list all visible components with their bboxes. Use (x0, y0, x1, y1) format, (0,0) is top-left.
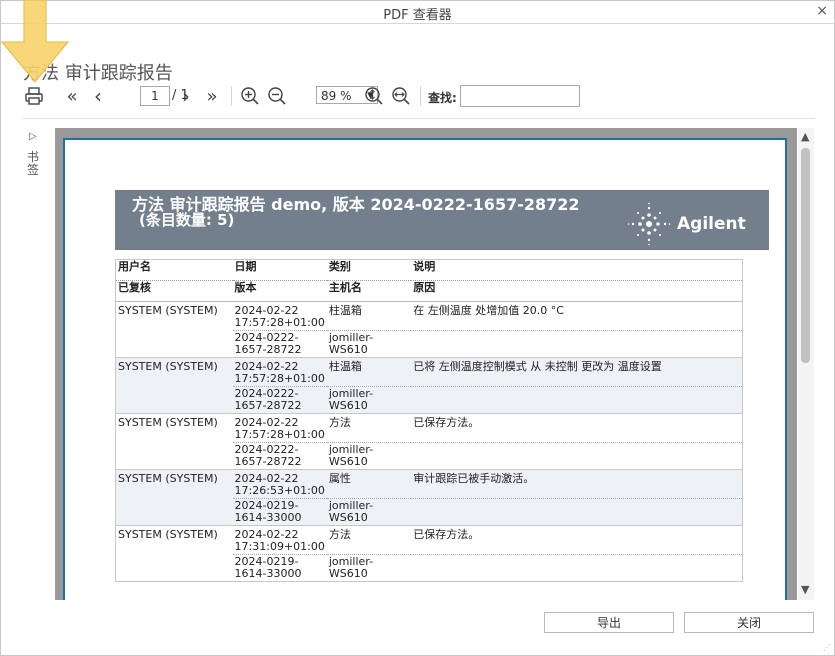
column-header: 主机名 (326, 280, 412, 302)
reason-cell (411, 554, 743, 582)
category-cell: 方法 (326, 525, 412, 555)
user-cell: SYSTEM (SYSTEM) (115, 357, 233, 387)
date-cell: 2024-02-22 17:26:53+01:00 (232, 469, 327, 499)
bookmarks-toggle-icon[interactable]: ▷ (29, 131, 37, 142)
date-cell: 2024-02-22 17:57:28+01:00 (232, 357, 327, 387)
window-title: PDF 查看器 (383, 8, 452, 23)
scroll-up-icon[interactable]: ▲ (801, 130, 809, 143)
agilent-logo: Agilent (627, 202, 746, 246)
scroll-down-icon[interactable]: ▼ (801, 583, 809, 596)
reason-cell (411, 386, 743, 414)
date-cell: 2024-02-22 17:57:28+01:00 (232, 301, 327, 331)
column-header: 版本 (232, 280, 327, 302)
category-cell: 柱温箱 (326, 357, 412, 387)
table-header-row: 已复核 版本 主机名 原因 (115, 280, 743, 302)
table-row: SYSTEM (SYSTEM) 2024-02-22 17:57:28+01:0… (116, 413, 743, 443)
toolbar-separator (231, 86, 232, 106)
zoom-out-icon[interactable] (266, 85, 288, 107)
highlight-arrow-icon (0, 0, 70, 83)
category-cell: 柱温箱 (326, 301, 412, 331)
pdf-viewport[interactable]: 方法 审计跟踪报告 demo, 版本 2024-0222-1657-28722 … (55, 128, 797, 600)
table-row: 2024-0222-1657-28722 jomiller-WS610 (115, 442, 743, 470)
fit-width-icon[interactable] (390, 85, 412, 107)
reviewed-cell (115, 386, 233, 414)
page-number-input[interactable]: 1 (140, 86, 170, 106)
toolbar-separator (420, 86, 421, 106)
description-cell: 已将 左侧温度控制模式 从 未控制 更改为 温度设置 (411, 357, 743, 387)
entry-count: (条目数量: 5) (139, 211, 235, 229)
category-cell: 属性 (326, 469, 412, 499)
table-row: 2024-0219-1614-33000 jomiller-WS610 (115, 498, 743, 526)
reviewed-cell (115, 498, 233, 526)
reason-cell (411, 330, 743, 358)
table-row: SYSTEM (SYSTEM) 2024-02-22 17:31:09+01:0… (116, 525, 743, 555)
host-cell: jomiller-WS610 (326, 498, 412, 526)
user-cell: SYSTEM (SYSTEM) (115, 469, 233, 499)
column-header: 日期 (232, 259, 327, 281)
version-cell: 2024-0219-1614-33000 (232, 498, 327, 526)
close-button[interactable]: 关闭 (684, 612, 814, 633)
pdf-page: 方法 审计跟踪报告 demo, 版本 2024-0222-1657-28722 … (63, 138, 787, 600)
brand-name: Agilent (677, 214, 746, 234)
description-cell: 审计跟踪已被手动激活。 (411, 469, 743, 499)
vertical-scrollbar[interactable]: ▲ ▼ (798, 128, 814, 600)
prev-page-icon[interactable]: ‹ (91, 84, 105, 108)
fit-height-icon[interactable] (363, 85, 385, 107)
user-cell: SYSTEM (SYSTEM) (118, 304, 218, 317)
pdf-viewer-window: PDF 查看器 × 方法 审计跟踪报告 « ‹ 1 / 1 › » 89 % ▼ (0, 0, 835, 656)
close-icon[interactable]: × (816, 3, 828, 19)
description-cell: 在 左侧温度 处增加值 20.0 °C (411, 301, 743, 331)
toolbar-divider (23, 118, 815, 119)
column-header: 原因 (411, 280, 743, 302)
version-cell: 2024-0222-1657-28722 (232, 330, 327, 358)
scrollbar-thumb[interactable] (801, 148, 810, 363)
host-cell: jomiller-WS610 (326, 554, 412, 582)
table-header-row: 用户名 日期 类别 说明 (115, 259, 743, 281)
date-cell: 2024-02-22 17:57:28+01:00 (232, 413, 327, 443)
reviewed-cell (115, 554, 233, 582)
bookmarks-label[interactable]: 书签 (27, 151, 41, 177)
table-row: 2024-0219-1614-33000 jomiller-WS610 (115, 554, 743, 582)
reviewed-cell (115, 330, 233, 358)
column-header: 已复核 (115, 280, 233, 302)
title-bar: PDF 查看器 × (1, 1, 834, 24)
reviewed-cell (115, 442, 233, 470)
spark-icon (627, 202, 671, 246)
find-label: 查找: (428, 91, 457, 105)
description-cell: 已保存方法。 (411, 525, 743, 555)
date-cell: 2024-02-22 17:31:09+01:00 (232, 525, 327, 555)
table-row: SYSTEM (SYSTEM) 2024-02-22 17:26:53+01:0… (115, 469, 743, 499)
version-cell: 2024-0219-1614-33000 (232, 554, 327, 582)
user-cell: SYSTEM (SYSTEM) (118, 416, 218, 429)
reason-cell (411, 442, 743, 470)
column-header: 类别 (326, 259, 412, 281)
toolbar: « ‹ 1 / 1 › » 89 % ▼ 查找: (23, 84, 813, 109)
version-cell: 2024-0222-1657-28722 (232, 386, 327, 414)
column-header: 用户名 (115, 259, 233, 281)
first-page-icon[interactable]: « (63, 85, 81, 107)
last-page-icon[interactable]: » (203, 85, 221, 107)
host-cell: jomiller-WS610 (326, 442, 412, 470)
column-header: 说明 (411, 259, 743, 281)
zoom-in-icon[interactable] (239, 85, 261, 107)
table-row: 2024-0222-1657-28722 jomiller-WS610 (115, 386, 743, 414)
next-page-icon[interactable]: › (179, 84, 193, 108)
category-cell: 方法 (326, 413, 412, 443)
printer-icon[interactable] (23, 85, 45, 107)
version-cell: 2024-0222-1657-28722 (232, 442, 327, 470)
table-row: SYSTEM (SYSTEM) 2024-02-22 17:57:28+01:0… (115, 357, 743, 387)
host-cell: jomiller-WS610 (326, 386, 412, 414)
description-cell: 已保存方法。 (411, 413, 743, 443)
reason-cell (411, 498, 743, 526)
host-cell: jomiller-WS610 (326, 330, 412, 358)
export-button[interactable]: 导出 (544, 612, 674, 633)
find-input[interactable] (460, 85, 580, 107)
table-row: 2024-0222-1657-28722 jomiller-WS610 (115, 330, 743, 358)
table-row: SYSTEM (SYSTEM) 2024-02-22 17:57:28+01:0… (116, 301, 743, 331)
report-banner: 方法 审计跟踪报告 demo, 版本 2024-0222-1657-28722 … (115, 190, 769, 250)
audit-trail-table: 用户名 日期 类别 说明 已复核 版本 主机名 原因 SYSTEM (SYSTE… (115, 259, 743, 582)
user-cell: SYSTEM (SYSTEM) (118, 528, 218, 541)
resize-grip-icon[interactable]: ⋰ (823, 643, 831, 652)
zoom-value: 89 % (321, 89, 352, 103)
